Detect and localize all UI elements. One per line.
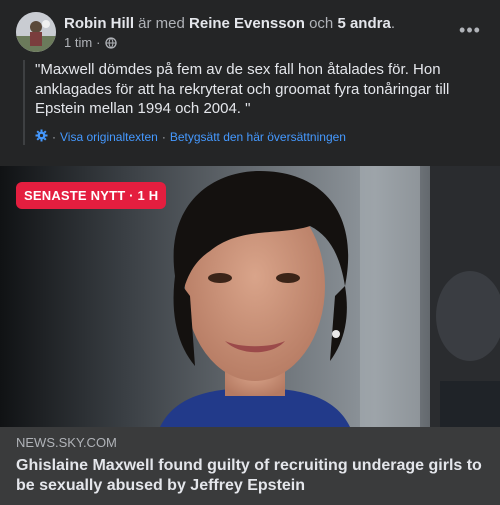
link-domain: NEWS.SKY.COM bbox=[16, 435, 117, 450]
more-options-icon[interactable]: ••• bbox=[456, 16, 484, 44]
quoted-text-block: "Maxwell dömdes på fem av de sex fall ho… bbox=[23, 60, 483, 145]
meta-dot: · bbox=[96, 35, 101, 50]
post-header: Robin Hill är med Reine Evensson och 5 a… bbox=[16, 12, 484, 54]
tagged-others[interactable]: 5 andra bbox=[337, 15, 390, 32]
avatar[interactable] bbox=[16, 12, 56, 52]
avatar-image bbox=[16, 12, 56, 52]
period: . bbox=[390, 15, 395, 32]
post-card: Robin Hill är med Reine Evensson och 5 a… bbox=[0, 0, 500, 505]
translation-sep-2: · bbox=[161, 129, 166, 144]
link-preview-card[interactable]: NEWS.SKY.COM Ghislaine Maxwell found gui… bbox=[0, 427, 500, 505]
post-meta: 1 tim · bbox=[64, 35, 117, 51]
gear-icon bbox=[35, 129, 48, 145]
and-text: och bbox=[309, 15, 334, 32]
rate-translation-link[interactable]: Betygsätt den här översättningen bbox=[170, 130, 346, 144]
with-text: är med bbox=[138, 15, 185, 32]
breaking-news-badge: SENASTE NYTT · 1 H bbox=[16, 182, 167, 209]
translation-sep-1: · bbox=[52, 129, 56, 144]
post-time[interactable]: 1 tim bbox=[64, 35, 92, 51]
see-original-link[interactable]: Visa originaltexten bbox=[60, 130, 158, 144]
author-name[interactable]: Robin Hill bbox=[64, 15, 134, 32]
tagged-person[interactable]: Reine Evensson bbox=[189, 15, 305, 32]
link-preview-image[interactable]: SENASTE NYTT · 1 H bbox=[0, 166, 500, 427]
post-quote: "Maxwell dömdes på fem av de sex fall ho… bbox=[35, 61, 450, 117]
post-author-line: Robin Hill är med Reine Evensson och 5 a… bbox=[64, 14, 395, 33]
link-title[interactable]: Ghislaine Maxwell found guilty of recrui… bbox=[16, 456, 484, 496]
translation-bar: · Visa originaltexten · Betygsätt den hä… bbox=[35, 129, 483, 145]
globe-icon bbox=[104, 37, 117, 49]
